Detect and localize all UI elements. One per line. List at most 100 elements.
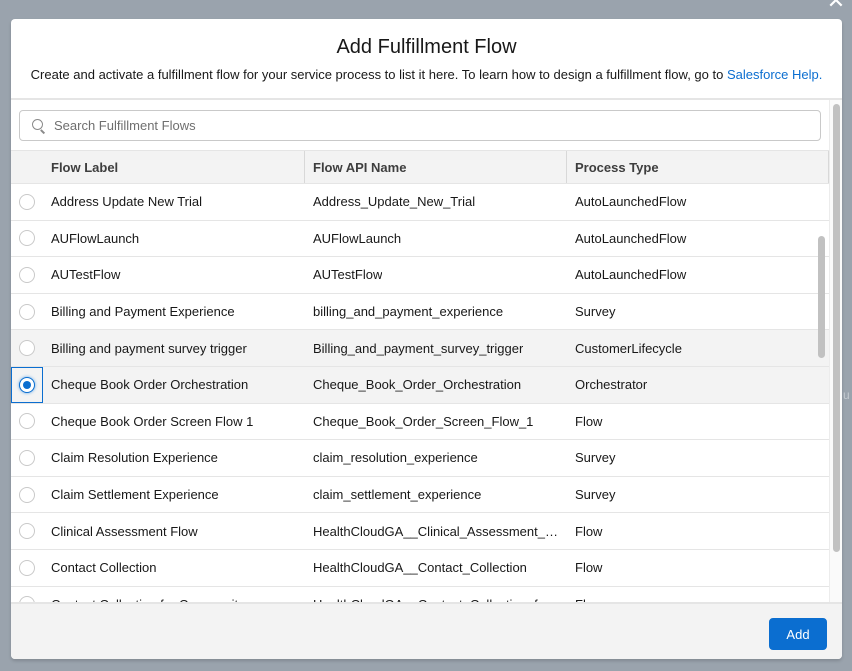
flow-api-name-text: Address_Update_New_Trial bbox=[313, 194, 476, 210]
process-type-cell: Survey bbox=[575, 450, 616, 466]
table-row[interactable]: Address Update New Trial Address_Update_… bbox=[11, 184, 829, 221]
row-select-cell[interactable] bbox=[11, 330, 43, 366]
table-body: Address Update New Trial Address_Update_… bbox=[11, 184, 829, 602]
process-type-cell: Survey bbox=[575, 304, 616, 320]
row-radio[interactable] bbox=[19, 486, 35, 503]
column-header-process-type[interactable]: Process Type bbox=[567, 151, 829, 183]
table-header: Flow Label Flow API Name Process Type bbox=[11, 151, 829, 184]
modal-body: Flow Label Flow API Name Process Type Ad… bbox=[11, 100, 842, 602]
row-radio[interactable] bbox=[19, 559, 35, 576]
row-radio[interactable] bbox=[19, 413, 35, 430]
modal-title: Add Fulfillment Flow bbox=[336, 36, 517, 58]
close-icon[interactable]: ✕ bbox=[826, 0, 846, 12]
row-radio[interactable] bbox=[19, 266, 35, 283]
flow-label-cell: Cheque Book Order Screen Flow 1 bbox=[51, 413, 254, 429]
table-row[interactable]: Billing and payment survey trigger Billi… bbox=[11, 330, 829, 367]
row-radio[interactable] bbox=[19, 340, 35, 357]
flows-table: Flow Label Flow API Name Process Type Ad… bbox=[11, 150, 829, 602]
flow-api-name-cell: AUTestFlow bbox=[305, 257, 567, 293]
modal-subtitle: Create and activate a fulfillment flow f… bbox=[11, 67, 842, 82]
modal-header: Add Fulfillment Flow Create and activate… bbox=[11, 19, 842, 100]
flow-api-name-cell: claim_settlement_experience bbox=[305, 477, 567, 513]
subtitle-text: Create and activate a fulfillment flow f… bbox=[30, 67, 727, 82]
process-type-cell: Flow bbox=[567, 587, 817, 602]
flow-label-cell: Address Update New Trial bbox=[51, 194, 203, 210]
table-row[interactable]: AUFlowLaunch AUFlowLaunch AutoLaunchedFl… bbox=[11, 220, 829, 258]
row-select-cell[interactable] bbox=[11, 294, 43, 330]
row-radio[interactable] bbox=[19, 230, 35, 247]
flow-api-name-text: AUFlowLaunch bbox=[313, 230, 402, 246]
table-row[interactable]: Cheque Book Order Screen Flow 1 Cheque_B… bbox=[11, 403, 829, 441]
flow-api-name-text: Cheque_Book_Order_Screen_Flow_1 bbox=[313, 413, 534, 429]
flow-label-cell: Contact Collection bbox=[51, 560, 157, 576]
flow-api-name-cell: HealthCloudGA__Clinical_Assessment_Flow bbox=[305, 513, 567, 549]
table-row[interactable]: Claim Settlement Experience claim_settle… bbox=[11, 476, 829, 514]
process-type-cell: CustomerLifecycle bbox=[575, 340, 682, 356]
flow-label-cell: AUFlowLaunch bbox=[51, 230, 140, 246]
flow-api-name-text: HealthCloudGA__Contact_Collection bbox=[313, 560, 527, 576]
flow-label-cell: Cheque Book Order Orchestration bbox=[51, 377, 249, 393]
flow-api-name-cell: Billing_and_payment_survey_trigger bbox=[305, 330, 567, 366]
column-header-flow-api-name[interactable]: Flow API Name bbox=[305, 151, 567, 183]
row-select-cell[interactable] bbox=[11, 513, 43, 549]
row-select-cell[interactable] bbox=[11, 477, 43, 513]
flow-label-cell: Billing and Payment Experience bbox=[51, 304, 235, 320]
flow-api-name-cell: Cheque_Book_Order_Orchestration bbox=[305, 367, 567, 403]
search-icon bbox=[32, 118, 46, 133]
flow-api-name-cell: HealthCloudGA__Contact_Collection_for_Co… bbox=[305, 587, 567, 602]
table-row[interactable]: Clinical Assessment Flow HealthCloudGA__… bbox=[11, 513, 829, 550]
modal-scrollbar-thumb[interactable] bbox=[833, 104, 840, 552]
flow-api-name-text: claim_resolution_experience bbox=[313, 450, 478, 466]
table-row[interactable]: Contact Collection HealthCloudGA__Contac… bbox=[11, 549, 829, 587]
flow-api-name-text: billing_and_payment_experience bbox=[313, 304, 504, 320]
flow-api-name-cell: AUFlowLaunch bbox=[305, 221, 567, 257]
flow-label-cell: AUTestFlow bbox=[51, 267, 121, 283]
process-type-cell: Flow bbox=[575, 413, 603, 429]
search-box[interactable] bbox=[19, 110, 821, 141]
flow-label-cell: Clinical Assessment Flow bbox=[51, 523, 198, 539]
add-fulfillment-flow-modal: Add Fulfillment Flow Create and activate… bbox=[11, 19, 842, 659]
row-select-cell[interactable] bbox=[11, 366, 43, 403]
flow-api-name-text: HealthCloudGA__Clinical_Assessment_Flow bbox=[313, 523, 558, 539]
row-select-cell[interactable] bbox=[11, 257, 43, 293]
row-select-cell[interactable] bbox=[11, 587, 43, 602]
modal-scrollbar[interactable] bbox=[829, 100, 842, 602]
process-type-cell: Flow bbox=[575, 523, 603, 539]
add-button[interactable]: Add bbox=[769, 618, 827, 650]
process-type-cell: AutoLaunchedFlow bbox=[575, 194, 687, 210]
table-scrollbar-thumb[interactable] bbox=[818, 236, 825, 358]
background-text-fragment: u bbox=[843, 388, 850, 402]
flow-label-cell: Claim Resolution Experience bbox=[51, 450, 218, 466]
salesforce-help-link[interactable]: Salesforce Help. bbox=[727, 67, 822, 82]
flow-api-name-text: Billing_and_payment_survey_trigger bbox=[313, 340, 524, 356]
flow-api-name-cell: Cheque_Book_Order_Screen_Flow_1 bbox=[305, 404, 567, 440]
table-row[interactable]: Contact Collection for Community HealthC… bbox=[11, 586, 829, 602]
row-radio[interactable] bbox=[19, 193, 35, 210]
table-row[interactable]: Billing and Payment Experience billing_a… bbox=[11, 293, 829, 331]
flow-api-name-cell: claim_resolution_experience bbox=[305, 440, 567, 476]
process-type-cell: AutoLaunchedFlow bbox=[575, 267, 687, 283]
row-select-cell[interactable] bbox=[11, 404, 43, 440]
search-input[interactable] bbox=[54, 118, 794, 133]
table-row[interactable]: Cheque Book Order Orchestration Cheque_B… bbox=[11, 366, 829, 404]
column-header-flow-label[interactable]: Flow Label bbox=[43, 151, 305, 183]
table-scrollbar[interactable] bbox=[816, 236, 826, 602]
row-select-cell[interactable] bbox=[11, 550, 43, 586]
process-type-cell: Orchestrator bbox=[575, 377, 648, 393]
flow-api-name-text: Cheque_Book_Order_Orchestration bbox=[313, 377, 522, 393]
process-type-cell: Survey bbox=[575, 487, 616, 503]
row-radio[interactable] bbox=[19, 449, 35, 466]
row-select-cell[interactable] bbox=[11, 221, 43, 257]
flow-label-cell: Billing and payment survey trigger bbox=[51, 340, 247, 356]
row-select-cell[interactable] bbox=[11, 184, 43, 220]
flow-api-name-text: AUTestFlow bbox=[313, 267, 383, 283]
table-row[interactable]: AUTestFlow AUTestFlow AutoLaunchedFlow bbox=[11, 257, 829, 294]
select-column-header bbox=[11, 151, 43, 183]
row-radio[interactable] bbox=[19, 523, 35, 540]
row-radio[interactable] bbox=[19, 376, 35, 393]
table-row[interactable]: Claim Resolution Experience claim_resolu… bbox=[11, 440, 829, 477]
row-select-cell[interactable] bbox=[11, 440, 43, 476]
process-type-cell: AutoLaunchedFlow bbox=[575, 230, 687, 246]
row-radio[interactable] bbox=[19, 303, 35, 320]
process-type-cell: Flow bbox=[575, 560, 603, 576]
